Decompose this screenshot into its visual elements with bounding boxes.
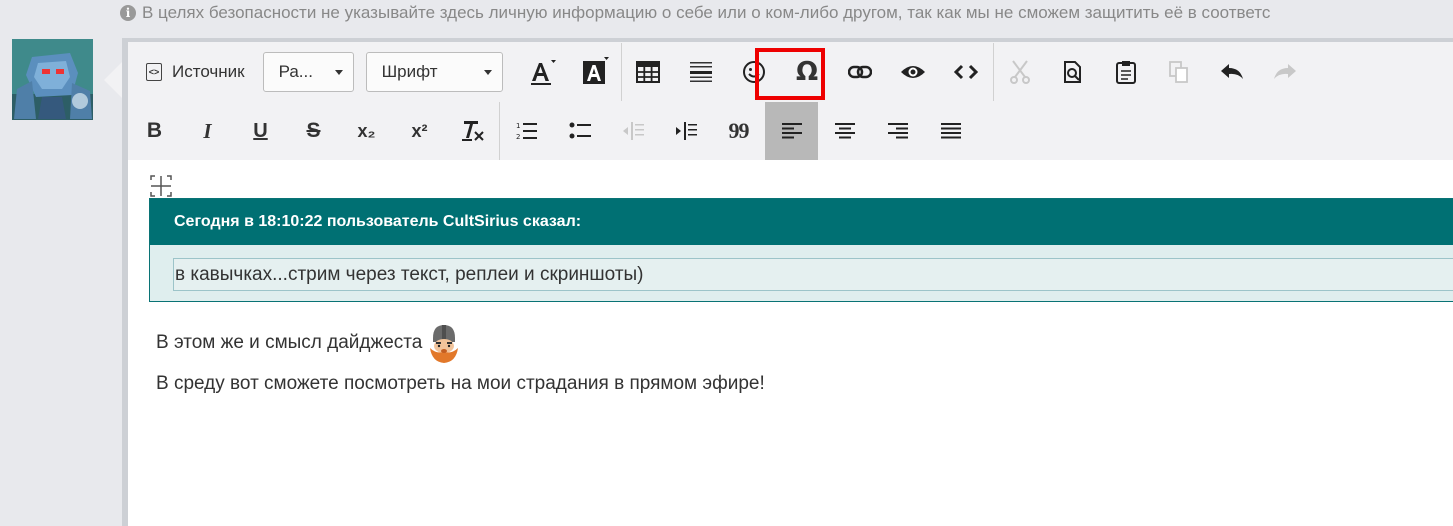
numbered-list-button[interactable]: 1 2 xyxy=(500,102,553,160)
move-handle-icon[interactable] xyxy=(150,175,172,197)
strikethrough-button[interactable]: S xyxy=(287,102,340,160)
subscript-button[interactable]: x₂ xyxy=(340,102,393,160)
outdent-button[interactable] xyxy=(606,102,659,160)
info-icon: i xyxy=(120,5,136,21)
bullet-list-icon xyxy=(569,122,591,139)
quote-header: Сегодня в 18:10:22 пользователь CultSiri… xyxy=(150,199,1453,245)
chevron-down-icon xyxy=(334,69,343,75)
preview-button[interactable] xyxy=(887,43,940,101)
outdent-icon xyxy=(622,122,644,140)
source-button[interactable]: <> Источник xyxy=(128,43,263,101)
underline-button[interactable]: U xyxy=(234,102,287,160)
background-color-button[interactable] xyxy=(568,43,621,101)
avatar xyxy=(12,39,93,120)
align-right-button[interactable] xyxy=(871,102,924,160)
indent-button[interactable] xyxy=(659,102,712,160)
quote-body[interactable]: в кавычках...стрим через текст, реплеи и… xyxy=(173,258,1453,291)
align-right-icon xyxy=(887,123,908,139)
blockquote-icon: 99 xyxy=(728,118,750,143)
security-notice: i В целях безопасности не указывайте зде… xyxy=(120,2,1453,24)
link-icon xyxy=(848,65,873,79)
align-center-icon xyxy=(834,123,855,139)
table-icon xyxy=(636,61,661,83)
toolbar-row-2: B I U S x₂ x² 1 2 99 xyxy=(128,102,977,160)
editor-toolbar: <> Источник Ра... Шрифт Ω B I U S x₂ x² … xyxy=(128,42,1453,160)
copy-button[interactable] xyxy=(1153,43,1206,101)
avatar-pointer xyxy=(104,62,122,98)
align-center-button[interactable] xyxy=(818,102,871,160)
security-notice-text: В целях безопасности не указывайте здесь… xyxy=(142,3,1271,22)
paste-icon xyxy=(1116,61,1137,84)
font-combo-value: Шрифт xyxy=(381,62,438,81)
italic-button[interactable]: I xyxy=(181,102,234,160)
copy-icon xyxy=(1169,61,1188,83)
smiley-highlight-box xyxy=(755,48,825,100)
quote-block[interactable]: Сегодня в 18:10:22 пользователь CultSiri… xyxy=(149,198,1453,302)
undo-icon xyxy=(1221,64,1244,79)
text-color-icon xyxy=(531,60,557,85)
source-icon: <> xyxy=(146,63,162,81)
paragraph-1[interactable]: В этом же и смысл дайджеста xyxy=(156,322,464,364)
chevron-down-icon xyxy=(483,69,492,75)
text-color-button[interactable] xyxy=(515,43,568,101)
svg-text:2: 2 xyxy=(516,133,520,141)
bullet-list-button[interactable] xyxy=(553,102,606,160)
underline-icon: U xyxy=(253,119,268,142)
svg-text:1: 1 xyxy=(516,122,520,130)
remove-format-button[interactable] xyxy=(446,102,499,160)
paste-text-icon xyxy=(1064,61,1082,83)
bold-icon: B xyxy=(146,119,163,142)
table-button[interactable] xyxy=(622,43,675,101)
justify-button[interactable] xyxy=(924,102,977,160)
link-button[interactable] xyxy=(834,43,887,101)
align-left-button[interactable] xyxy=(765,102,818,160)
blockquote-button[interactable]: 99 xyxy=(712,102,765,160)
italic-icon: I xyxy=(203,118,212,143)
superscript-button[interactable]: x² xyxy=(393,102,446,160)
paragraph-2[interactable]: В среду вот сможете посмотреть на мои ст… xyxy=(156,373,765,395)
paragraph-1-text: В этом же и смысл дайджеста xyxy=(156,332,423,353)
source-label: Источник xyxy=(172,62,245,81)
paragraph-2-text: В среду вот сможете посмотреть на мои ст… xyxy=(156,373,765,394)
ordered-list-icon: 1 2 xyxy=(516,122,537,141)
undo-button[interactable] xyxy=(1206,43,1259,101)
horizontal-line-button[interactable] xyxy=(675,43,728,101)
cut-icon xyxy=(1010,60,1031,84)
horizontal-line-icon xyxy=(690,62,713,82)
subscript-icon: x₂ xyxy=(357,120,376,141)
indent-icon xyxy=(675,122,697,140)
clear-format-icon xyxy=(461,121,484,141)
strikethrough-icon: S xyxy=(306,119,321,142)
redo-button[interactable] xyxy=(1259,43,1312,101)
rich-text-editor[interactable]: <> Источник Ра... Шрифт Ω B I U S x₂ x² … xyxy=(122,38,1453,526)
align-left-icon xyxy=(781,123,802,139)
dwarf-emoji-icon xyxy=(424,322,464,364)
bold-button[interactable]: B xyxy=(128,102,181,160)
code-icon xyxy=(954,64,979,80)
paste-button[interactable] xyxy=(1100,43,1153,101)
cut-button[interactable] xyxy=(994,43,1047,101)
background-color-icon xyxy=(583,57,610,84)
toolbar-row-1: <> Источник Ра... Шрифт Ω xyxy=(128,43,1312,101)
find-button[interactable] xyxy=(1047,43,1100,101)
justify-icon xyxy=(940,123,961,139)
format-combo-value: Ра... xyxy=(278,62,313,81)
superscript-icon: x² xyxy=(411,120,428,141)
code-button[interactable] xyxy=(940,43,993,101)
redo-icon xyxy=(1274,64,1297,79)
eye-icon xyxy=(901,66,926,78)
format-combo[interactable]: Ра... xyxy=(262,52,354,92)
font-combo[interactable]: Шрифт xyxy=(365,52,503,92)
